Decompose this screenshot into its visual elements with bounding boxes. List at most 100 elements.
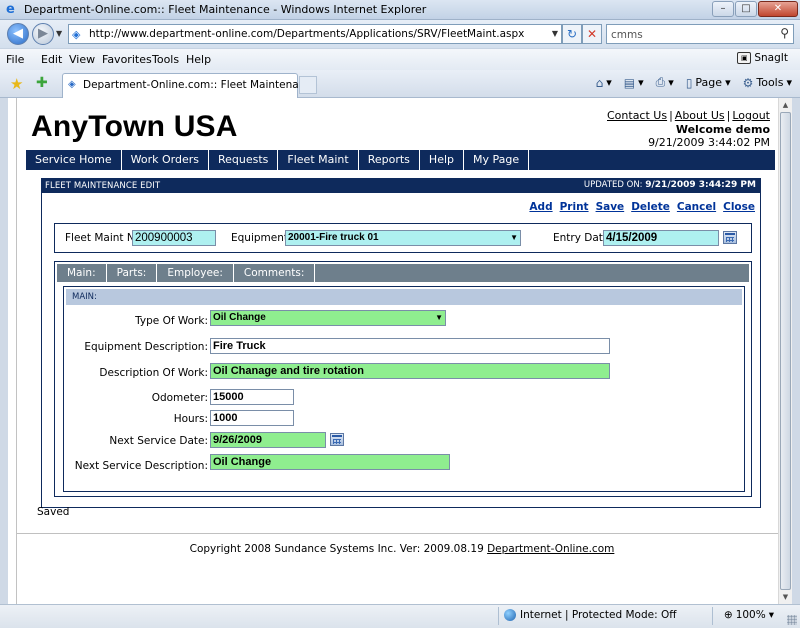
department-online-link[interactable]: Department-Online.com	[487, 543, 614, 555]
nav-reports[interactable]: Reports	[359, 150, 420, 170]
next-service-date-field[interactable]: 9/26/2009	[210, 432, 326, 448]
address-bar: ◀ ▶ ▼ ◈ http://www.department-online.com…	[0, 20, 800, 48]
scroll-thumb[interactable]	[780, 112, 791, 590]
scroll-up-arrow-icon[interactable]: ▲	[779, 98, 792, 112]
add-favorites-icon[interactable]: ✚	[36, 75, 48, 91]
next-service-date-calendar-icon[interactable]	[330, 433, 344, 446]
odometer-field[interactable]: 15000	[210, 389, 294, 405]
print-toolbar-button[interactable]: ⎙ ▾	[656, 75, 674, 90]
search-box[interactable]: ⚲	[606, 24, 794, 44]
print-link[interactable]: Print	[560, 201, 589, 213]
cancel-link[interactable]: Cancel	[677, 201, 716, 213]
contact-us-link[interactable]: Contact Us	[607, 109, 667, 122]
browser-tab[interactable]: ◈ Department-Online.com:: Fleet Maintena…	[62, 73, 318, 98]
equipment-label: Equipment:	[231, 232, 292, 244]
entry-date-calendar-icon[interactable]	[723, 231, 737, 244]
type-of-work-select[interactable]: Oil Change ▼	[210, 310, 446, 326]
copyright-text: Copyright 2008 Sundance Systems Inc. Ver…	[189, 543, 484, 555]
page-menu-button[interactable]: ▯ Page ▾	[686, 76, 731, 90]
vertical-scrollbar[interactable]: ▲ ▼	[778, 98, 792, 604]
tab-page-icon: ◈	[68, 79, 76, 90]
security-zone[interactable]: Internet | Protected Mode: Off	[504, 609, 676, 621]
delete-link[interactable]: Delete	[631, 201, 670, 213]
window-controls: – □ ✕	[712, 1, 798, 17]
equipment-select[interactable]: 20001-Fire truck 01 ▼	[285, 230, 521, 246]
search-icon[interactable]: ⚲	[780, 26, 789, 40]
description-of-work-field[interactable]: Oil Chanage and tire rotation	[210, 363, 610, 379]
nav-help[interactable]: Help	[420, 150, 464, 170]
snagit-icon: ▣	[737, 52, 752, 64]
close-window-button[interactable]: ✕	[758, 1, 798, 17]
page-viewport: AnyTown USA Contact Us | About Us | Logout W…	[0, 98, 800, 604]
menu-edit[interactable]: Edit	[41, 53, 62, 66]
chevron-down-icon: ▼	[435, 313, 443, 322]
add-link[interactable]: Add	[529, 201, 552, 213]
nav-fleet-maint[interactable]: Fleet Maint	[278, 150, 359, 170]
status-divider	[712, 607, 713, 625]
main-tab-panel: MAIN: Type Of Work: Oil Change ▼ Equipme…	[63, 286, 745, 492]
nav-my-page[interactable]: My Page	[464, 150, 530, 170]
home-button[interactable]: ⌂ ▾	[596, 76, 612, 90]
menu-favorites[interactable]: Favorites	[102, 53, 152, 66]
nav-requests[interactable]: Requests	[209, 150, 279, 170]
logout-link[interactable]: Logout	[732, 109, 770, 122]
status-divider	[498, 607, 499, 625]
about-us-link[interactable]: About Us	[675, 109, 725, 122]
feeds-button[interactable]: ▤ ▾	[624, 76, 644, 90]
tab-comments[interactable]: Comments:	[234, 264, 316, 282]
tab-main[interactable]: Main:	[57, 264, 107, 282]
scroll-down-arrow-icon[interactable]: ▼	[779, 590, 792, 604]
hours-field[interactable]: 1000	[210, 410, 294, 426]
type-of-work-value: Oil Change	[213, 312, 266, 323]
next-service-description-field[interactable]: Oil Change	[210, 454, 450, 470]
hours-label: Hours:	[173, 413, 208, 425]
recent-pages-chevron-icon[interactable]: ▼	[56, 29, 62, 38]
current-datetime: 9/21/2009 3:44:02 PM	[648, 136, 770, 149]
minimize-button[interactable]: –	[712, 1, 734, 17]
nav-work-orders[interactable]: Work Orders	[122, 150, 209, 170]
equipment-description-field[interactable]: Fire Truck	[210, 338, 610, 354]
entry-date-field[interactable]: 4/15/2009	[603, 230, 719, 246]
card-header: FLEET MAINTENANCE EDIT UPDATED ON: 9/21/…	[42, 179, 760, 193]
updated-on: UPDATED ON: 9/21/2009 3:44:29 PM	[584, 180, 756, 190]
web-page: AnyTown USA Contact Us | About Us | Logout W…	[16, 98, 787, 604]
equipment-description-label: Equipment Description:	[84, 341, 208, 353]
snagit-button[interactable]: ▣ SnagIt	[737, 52, 788, 64]
page-icon: ▯	[685, 75, 693, 90]
back-button[interactable]: ◀	[7, 23, 29, 45]
zoom-control[interactable]: ⊕ 100% ▾	[724, 609, 774, 621]
card-title: FLEET MAINTENANCE EDIT	[45, 181, 161, 191]
menu-tools[interactable]: Tools	[152, 53, 179, 66]
tab-parts[interactable]: Parts:	[107, 264, 158, 282]
url-field[interactable]: ◈ http://www.department-online.com/Depar…	[68, 24, 562, 44]
site-brand: AnyTown USA	[31, 110, 238, 143]
panel-header: MAIN:	[66, 289, 742, 305]
nav-service-home[interactable]: Service Home	[26, 150, 122, 170]
menu-file[interactable]: File	[6, 53, 24, 66]
footer-divider	[17, 533, 787, 534]
stop-button[interactable]: ✕	[582, 24, 602, 44]
save-link[interactable]: Save	[596, 201, 625, 213]
header-fields: Fleet Maint No. 200900003 Equipment: 200…	[54, 223, 752, 253]
rss-icon: ▤	[623, 75, 636, 90]
search-input[interactable]	[611, 27, 761, 42]
resize-grip[interactable]	[787, 615, 797, 625]
new-tab-button[interactable]	[299, 76, 317, 94]
menu-view[interactable]: View	[69, 53, 95, 66]
tools-menu-button[interactable]: ⚙ Tools ▾	[743, 76, 792, 90]
main-nav: Service Home Work Orders Requests Fleet …	[26, 150, 775, 170]
description-of-work-label: Description Of Work:	[99, 367, 208, 379]
url-dropdown-icon[interactable]: ▼	[552, 29, 558, 38]
tab-employee[interactable]: Employee:	[157, 264, 234, 282]
forward-button[interactable]: ▶	[32, 23, 54, 45]
close-link[interactable]: Close	[723, 201, 755, 213]
maximize-button[interactable]: □	[735, 1, 757, 17]
home-icon: ⌂	[595, 75, 604, 90]
favorites-star-icon[interactable]: ★	[10, 75, 23, 93]
refresh-button[interactable]: ↻	[562, 24, 582, 44]
footer: Copyright 2008 Sundance Systems Inc. Ver…	[17, 543, 787, 555]
fleet-maint-no-field[interactable]: 200900003	[132, 230, 216, 246]
command-bar: ⌂ ▾ ▤ ▾ ⎙ ▾ ▯ Page ▾ ⚙ Tools ▾	[596, 75, 792, 90]
tab-label: Department-Online.com:: Fleet Maintenanc…	[83, 79, 318, 91]
menu-help[interactable]: Help	[186, 53, 211, 66]
